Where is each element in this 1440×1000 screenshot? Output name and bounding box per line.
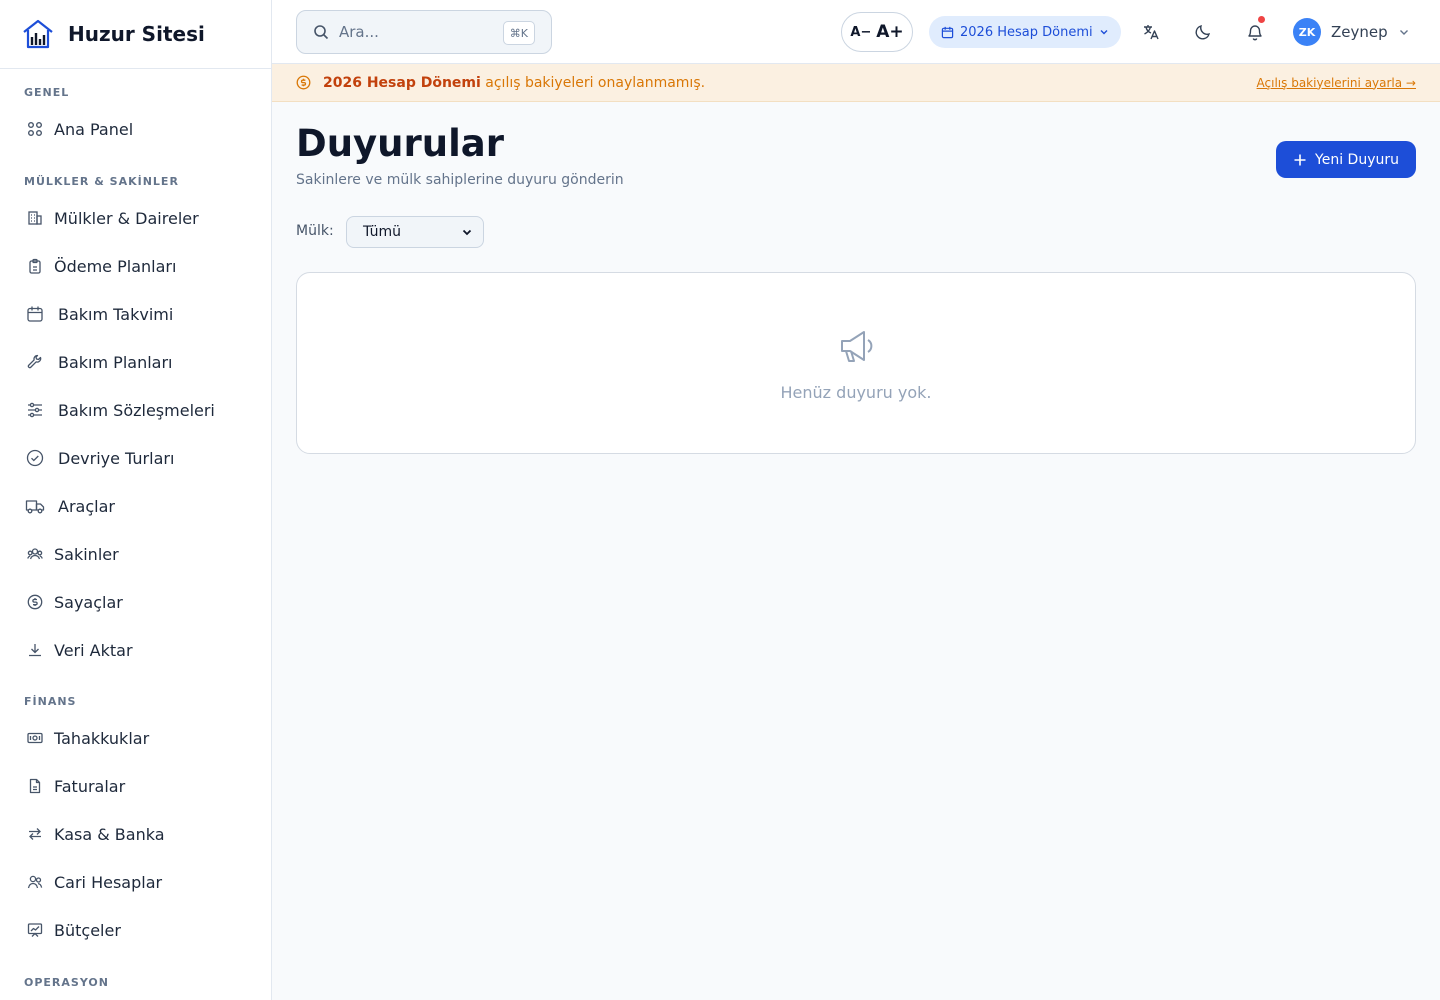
contacts-icon <box>24 871 46 893</box>
search-placeholder: Ara... <box>339 23 379 41</box>
page-subtitle: Sakinlere ve mülk sahiplerine duyuru gön… <box>296 172 624 188</box>
megaphone-icon <box>836 325 878 367</box>
set-opening-balances-link[interactable]: Açılış bakiyelerini ayarla → <box>1257 76 1416 90</box>
fiscal-period-selector[interactable]: 2026 Hesap Dönemi <box>929 16 1121 48</box>
sidebar-item-label: Bakım Takvimi <box>58 304 174 324</box>
opening-balance-warning-banner: 2026 Hesap Dönemi açılış bakiyeleri onay… <box>272 64 1440 102</box>
announcements-empty-state: Henüz duyuru yok. <box>296 272 1416 454</box>
sidebar-item-kasa-banka[interactable]: Kasa & Banka <box>0 810 271 858</box>
banner-period: 2026 Hesap Dönemi <box>323 74 481 91</box>
section-title-genel: GENEL <box>24 86 70 99</box>
file-icon <box>24 775 46 797</box>
check-circle-icon <box>24 447 46 469</box>
dark-mode-moon-icon[interactable] <box>1191 20 1215 44</box>
chevron-down-icon <box>1099 27 1109 37</box>
calendar-icon <box>24 303 46 325</box>
sidebar-item-cari-hesaplar[interactable]: Cari Hesaplar <box>0 858 271 906</box>
sidebar-item-araclar[interactable]: Araçlar <box>0 482 271 530</box>
search-icon <box>313 24 329 40</box>
page-title: Duyurular <box>296 122 504 165</box>
font-size-control: A− A+ <box>841 12 913 52</box>
download-icon <box>24 639 46 661</box>
sidebar-item-label: Tahakkuklar <box>54 728 150 748</box>
sidebar-item-sayaclar[interactable]: Sayaçlar <box>0 578 271 626</box>
chart-board-icon <box>24 919 46 941</box>
sidebar-item-label: Bakım Sözleşmeleri <box>58 400 215 420</box>
font-decrease-button[interactable]: A− <box>850 25 871 40</box>
sidebar-item-label: Ödeme Planları <box>54 256 177 276</box>
sidebar-item-tahakkuklar[interactable]: Tahakkuklar <box>0 714 271 762</box>
sidebar-item-label: Bakım Planları <box>58 352 173 372</box>
section-title-finans: FİNANS <box>24 695 77 708</box>
chevron-down-icon <box>461 226 473 238</box>
sidebar-item-label: Veri Aktar <box>54 640 133 660</box>
sidebar-item-label: Araçlar <box>58 496 115 516</box>
sidebar-item-label: Kasa & Banka <box>54 824 165 844</box>
users-icon <box>24 543 46 565</box>
calendar-icon <box>941 26 954 39</box>
section-title-mulkler: MÜLKLER & SAKİNLER <box>24 175 179 188</box>
sidebar-item-butceler[interactable]: Bütçeler <box>0 906 271 954</box>
sidebar-item-label: Cari Hesaplar <box>54 872 163 892</box>
brand[interactable]: Huzur Sitesi <box>0 0 271 69</box>
topbar: Ara... ⌘K A− A+ 2026 Hesap Dönemi ZK Zey… <box>272 0 1440 64</box>
search-shortcut-badge: ⌘K <box>502 21 535 45</box>
sidebar-item-label: Devriye Turları <box>58 448 175 468</box>
sidebar-item-veri-aktar[interactable]: Veri Aktar <box>0 626 271 674</box>
property-filter-label: Mülk: <box>296 223 334 239</box>
clipboard-icon <box>24 255 46 277</box>
grid-icon <box>24 118 46 140</box>
notification-dot <box>1258 16 1265 23</box>
sliders-icon <box>24 399 46 421</box>
language-icon[interactable] <box>1139 20 1163 44</box>
chevron-down-icon <box>1398 26 1410 38</box>
sidebar-item-label: Faturalar <box>54 776 126 796</box>
sidebar-item-mulkler-daireler[interactable]: Mülkler & Daireler <box>0 194 271 242</box>
banknote-icon <box>24 727 46 749</box>
empty-state-text: Henüz duyuru yok. <box>780 383 932 402</box>
search-input[interactable]: Ara... ⌘K <box>296 10 552 54</box>
plus-icon <box>1293 153 1307 167</box>
section-title-operasyon: OPERASYON <box>24 976 109 989</box>
brand-name: Huzur Sitesi <box>68 22 205 46</box>
font-increase-button[interactable]: A+ <box>876 22 903 42</box>
wrench-icon <box>24 351 46 373</box>
sidebar-item-bakim-planlari[interactable]: Bakım Planları <box>0 338 271 386</box>
coin-icon <box>296 75 311 90</box>
sidebar-item-label: Bütçeler <box>54 920 121 940</box>
sidebar-item-label: Sakinler <box>54 544 119 564</box>
sidebar-item-sakinler[interactable]: Sakinler <box>0 530 271 578</box>
sidebar-item-label: Mülkler & Daireler <box>54 208 199 228</box>
dollar-circle-icon <box>24 591 46 613</box>
banner-message: 2026 Hesap Dönemi açılış bakiyeleri onay… <box>323 75 705 91</box>
truck-icon <box>24 495 46 517</box>
user-menu[interactable]: ZK Zeynep <box>1293 16 1410 48</box>
sidebar-item-ana-panel[interactable]: Ana Panel <box>0 105 271 153</box>
property-filter-value: Tümü <box>363 224 402 240</box>
building-logo-icon <box>20 16 56 52</box>
notification-bell-icon[interactable] <box>1243 16 1267 44</box>
arrows-icon <box>24 823 46 845</box>
sidebar-item-odeme-planlari[interactable]: Ödeme Planları <box>0 242 271 290</box>
property-filter-select[interactable]: Tümü <box>346 216 484 248</box>
sidebar: Huzur Sitesi GENEL Ana Panel MÜLKLER & S… <box>0 0 272 1000</box>
user-name: Zeynep <box>1331 23 1388 41</box>
sidebar-item-label: Sayaçlar <box>54 592 123 612</box>
building-icon <box>24 207 46 229</box>
new-announcement-label: Yeni Duyuru <box>1315 151 1399 168</box>
new-announcement-button[interactable]: Yeni Duyuru <box>1276 141 1416 178</box>
sidebar-item-label: Ana Panel <box>54 119 134 139</box>
sidebar-item-bakim-takvimi[interactable]: Bakım Takvimi <box>0 290 271 338</box>
sidebar-item-bakim-sozlesmeleri[interactable]: Bakım Sözleşmeleri <box>0 386 271 434</box>
sidebar-item-faturalar[interactable]: Faturalar <box>0 762 271 810</box>
avatar: ZK <box>1293 18 1321 46</box>
sidebar-item-devriye-turlari[interactable]: Devriye Turları <box>0 434 271 482</box>
fiscal-period-label: 2026 Hesap Dönemi <box>960 24 1093 40</box>
banner-text: açılış bakiyeleri onaylanmamış. <box>480 74 706 91</box>
